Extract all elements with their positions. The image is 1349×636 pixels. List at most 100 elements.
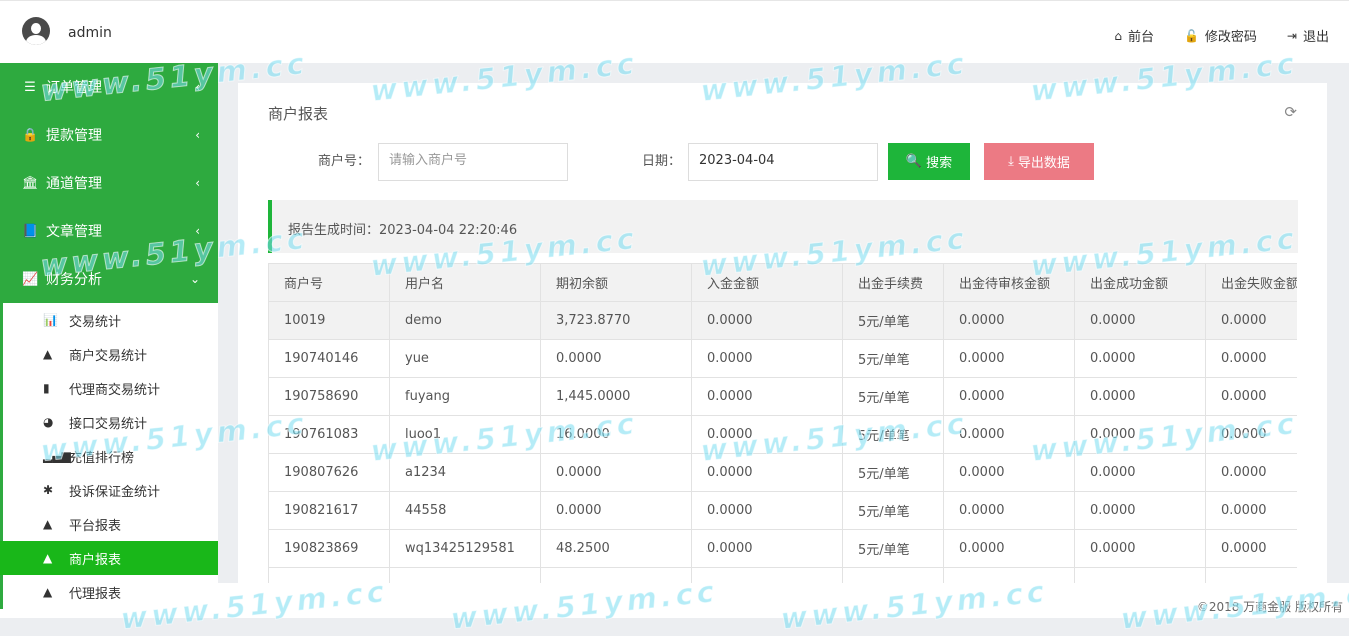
table-cell: 0.0000	[1074, 415, 1206, 454]
column-header[interactable]: 出金成功金额	[1074, 263, 1206, 302]
sidebar: ☰ 订单管理 ‹ 🔒 提款管理 ‹ 🏛 通道管理 ‹ 📘 文章管理 ‹ 📈 财务…	[0, 63, 218, 618]
sidebar-item-complaint-deposit-stats[interactable]: ✱ 投诉保证金统计	[3, 473, 218, 507]
table-row[interactable]: 190821617 44558 0.0000 0.0000 5元/单笔 0.0000 0.0…	[268, 491, 1297, 530]
merchant-input[interactable]: 请输入商户号	[378, 143, 568, 181]
table-body: 10019 demo 3,723.8770 0.0000 5元/单笔 0.0000 0.00…	[268, 301, 1297, 583]
table-cell: demo	[389, 301, 541, 340]
merchant-report-table-wrapper[interactable]: 商户号 用户名 期初余额 入金金额 出金手续费 出金待审核金额 出金成功金额 出…	[268, 263, 1297, 583]
table-cell: 190740146	[268, 339, 390, 378]
asterisk-icon: ✱	[43, 483, 54, 497]
chevron-left-icon: ‹	[195, 176, 200, 190]
logout-icon: ⇥	[1286, 28, 1297, 43]
report-time-value: 2023-04-04 22:20:46	[379, 223, 518, 238]
table-cell: 5元/单笔	[842, 339, 944, 378]
chevron-left-icon: ‹	[195, 80, 200, 94]
sidebar-item-label: 文章管理	[46, 224, 102, 240]
sidebar-item-label: 订单管理	[46, 80, 102, 96]
table-cell: 5元/单笔	[842, 301, 944, 340]
table-cell: 0.0000	[1205, 491, 1297, 530]
sidebar-item-label: 平台报表	[69, 518, 122, 534]
report-time-text: 报告生成时间：2023-04-04 22:20:46	[288, 219, 517, 238]
sidebar-item-label: 充值排行榜	[69, 450, 135, 466]
sidebar-item-withdrawals[interactable]: 🔒 提款管理 ‹	[0, 111, 218, 159]
logout-link[interactable]: ⇥ 退出	[1286, 26, 1329, 46]
table-cell: 5元/单笔	[842, 415, 944, 454]
sidebar-item-label: 投诉保证金统计	[69, 484, 161, 500]
sidebar-item-agent-report[interactable]: ▲ 代理报表	[3, 575, 218, 609]
list-icon: ☰	[24, 79, 36, 95]
table-cell: 190758690	[268, 377, 390, 416]
column-header[interactable]: 出金待审核金额	[943, 263, 1075, 302]
change-password-label: 修改密码	[1204, 30, 1257, 45]
chevron-left-icon: ‹	[195, 128, 200, 142]
top-header: admin ⌂ 前台 🔓 修改密码 ⇥ 退出	[0, 0, 1349, 63]
sidebar-item-label: 提款管理	[46, 128, 102, 144]
table-cell: 0.0000	[1074, 301, 1206, 340]
copyright-text: ©2018 万商金服 版权所有	[1196, 600, 1343, 614]
table-cell: 0.0000	[1074, 339, 1206, 378]
table-row[interactable]: 190761083 luoo1 16.0000 0.0000 5元/单笔 0.0000 0.…	[268, 415, 1297, 454]
sidebar-item-label: 交易统计	[69, 314, 122, 330]
table-cell: 0.0000	[943, 377, 1075, 416]
table-row[interactable]: 190758690 fuyang 1,445.0000 0.0000 5元/单笔 0.00…	[268, 377, 1297, 416]
date-label: 日期：	[642, 154, 682, 169]
sidebar-item-platform-report[interactable]: ▲ 平台报表	[3, 507, 218, 541]
top-links: ⌂ 前台 🔓 修改密码 ⇥ 退出	[1114, 26, 1329, 46]
column-header[interactable]: 用户名	[389, 263, 541, 302]
table-cell	[842, 567, 944, 583]
report-time-bar: 报告生成时间：2023-04-04 22:20:46	[268, 200, 1298, 253]
table-cell: 0.0000	[1074, 453, 1206, 492]
sidebar-item-label: 代理商交易统计	[69, 382, 161, 398]
sidebar-item-channels[interactable]: 🏛 通道管理 ‹	[0, 159, 218, 207]
sidebar-item-articles[interactable]: 📘 文章管理 ‹	[0, 207, 218, 255]
column-header[interactable]: 入金金额	[691, 263, 843, 302]
sidebar-item-finance[interactable]: 📈 财务分析 ⌄	[0, 255, 218, 303]
sidebar-item-interface-transaction-stats[interactable]: ◕ 接口交易统计	[3, 405, 218, 439]
refresh-icon[interactable]: ⟳	[1284, 103, 1297, 121]
table-cell: 0.0000	[1205, 529, 1297, 568]
table-cell: 0.0000	[943, 301, 1075, 340]
table-cell: 0.0000	[691, 453, 843, 492]
username[interactable]: admin	[68, 25, 112, 41]
sidebar-item-merchant-transaction-stats[interactable]: ▲ 商户交易统计	[3, 337, 218, 371]
table-row[interactable]	[268, 567, 1297, 583]
report-time-label: 报告生成时间：	[288, 223, 380, 238]
home-link[interactable]: ⌂ 前台	[1114, 26, 1154, 46]
date-input[interactable]: 2023-04-04	[688, 143, 878, 181]
home-link-label: 前台	[1127, 30, 1154, 45]
table-cell: 5元/单笔	[842, 491, 944, 530]
sidebar-item-merchant-report[interactable]: ▲ 商户报表	[0, 541, 218, 575]
area-chart-icon: ▲	[43, 585, 53, 599]
table-row[interactable]: 190807626 a1234 0.0000 0.0000 5元/单笔 0.0000 0.0…	[268, 453, 1297, 492]
table-cell: 0.0000	[691, 529, 843, 568]
sidebar-main-nav: ☰ 订单管理 ‹ 🔒 提款管理 ‹ 🏛 通道管理 ‹ 📘 文章管理 ‹ 📈 财务…	[0, 63, 218, 303]
export-button[interactable]: ⤓ 导出数据	[984, 143, 1094, 180]
table-cell	[389, 567, 541, 583]
footer: ©2018 万商金服 版权所有	[218, 583, 1349, 618]
table-cell: 0.0000	[540, 339, 692, 378]
sidebar-item-agent-transaction-stats[interactable]: ▮ 代理商交易统计	[3, 371, 218, 405]
column-header[interactable]: 出金失败金额	[1205, 263, 1297, 302]
sidebar-item-orders[interactable]: ☰ 订单管理 ‹	[0, 63, 218, 111]
column-header[interactable]: 商户号	[268, 263, 390, 302]
table-row[interactable]: 190823869 wq13425129581 48.2500 0.0000 5元/单笔…	[268, 529, 1297, 568]
search-button[interactable]: 🔍 搜索	[888, 143, 970, 180]
search-button-label: 搜索	[926, 156, 953, 171]
sidebar-item-label: 接口交易统计	[69, 416, 148, 432]
column-header[interactable]: 出金手续费	[842, 263, 944, 302]
table-cell: 0.0000	[691, 377, 843, 416]
table-row[interactable]: 10019 demo 3,723.8770 0.0000 5元/单笔 0.0000 0.00…	[268, 301, 1297, 340]
table-cell: luoo1	[389, 415, 541, 454]
sidebar-item-transaction-stats[interactable]: 📊 交易统计	[3, 303, 218, 337]
table-cell: 0.0000	[1074, 529, 1206, 568]
bar-chart-icon: ▮	[43, 381, 50, 395]
change-password-link[interactable]: 🔓 修改密码	[1184, 26, 1257, 46]
table-row[interactable]: 190740146 yue 0.0000 0.0000 5元/单笔 0.0000 0.000…	[268, 339, 1297, 378]
report-card: 商户报表 ⟳ 商户号： 请输入商户号 日期： 2023-04-04 🔍 搜索 ⤓…	[238, 83, 1327, 583]
avatar[interactable]	[22, 17, 50, 45]
merchant-label: 商户号：	[318, 154, 371, 169]
table-cell: 190807626	[268, 453, 390, 492]
table-cell	[268, 567, 390, 583]
column-header[interactable]: 期初余额	[540, 263, 692, 302]
sidebar-item-recharge-ranking[interactable]: ▂▄▆ 充值排行榜	[3, 439, 218, 473]
